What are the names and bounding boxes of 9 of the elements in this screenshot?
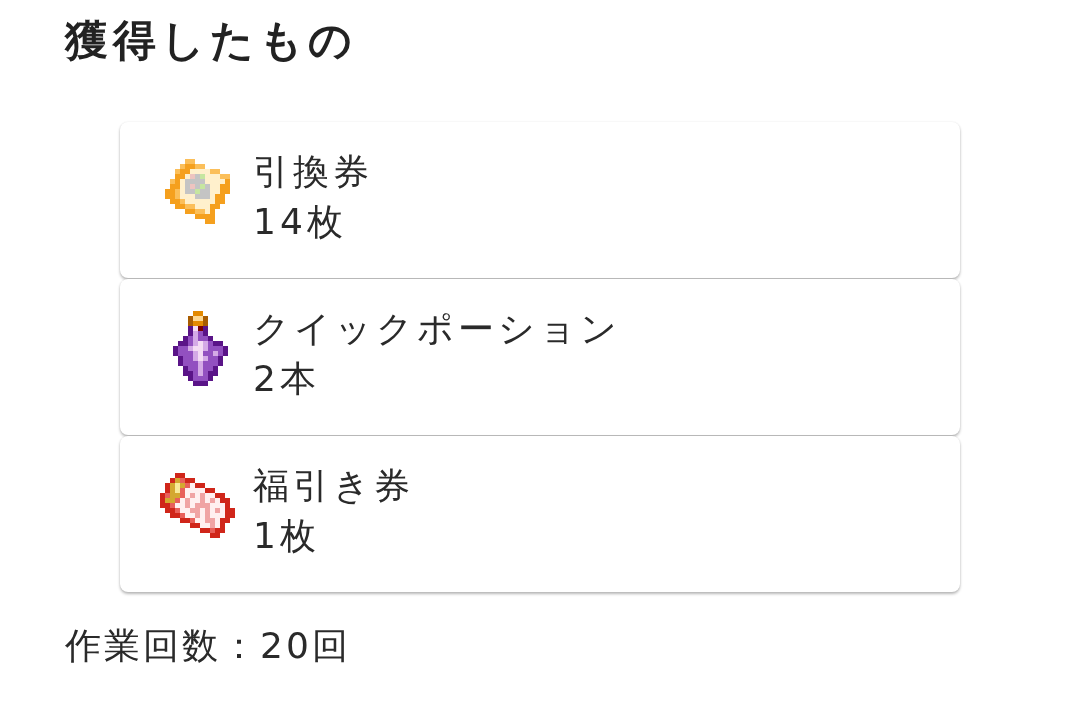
item-quantity: 14枚 <box>253 200 347 244</box>
item-quantity: 2本 <box>253 357 320 401</box>
item-name: 引換券 <box>253 150 373 194</box>
section-title: 獲得したもの <box>65 14 357 67</box>
work-count-text: 作業回数：20回 <box>65 624 351 668</box>
item-name: クイックポーション <box>253 307 621 351</box>
item-quantity: 1枚 <box>253 514 320 558</box>
item-name: 福引き券 <box>253 464 414 508</box>
potion-bottle-icon <box>172 310 228 386</box>
